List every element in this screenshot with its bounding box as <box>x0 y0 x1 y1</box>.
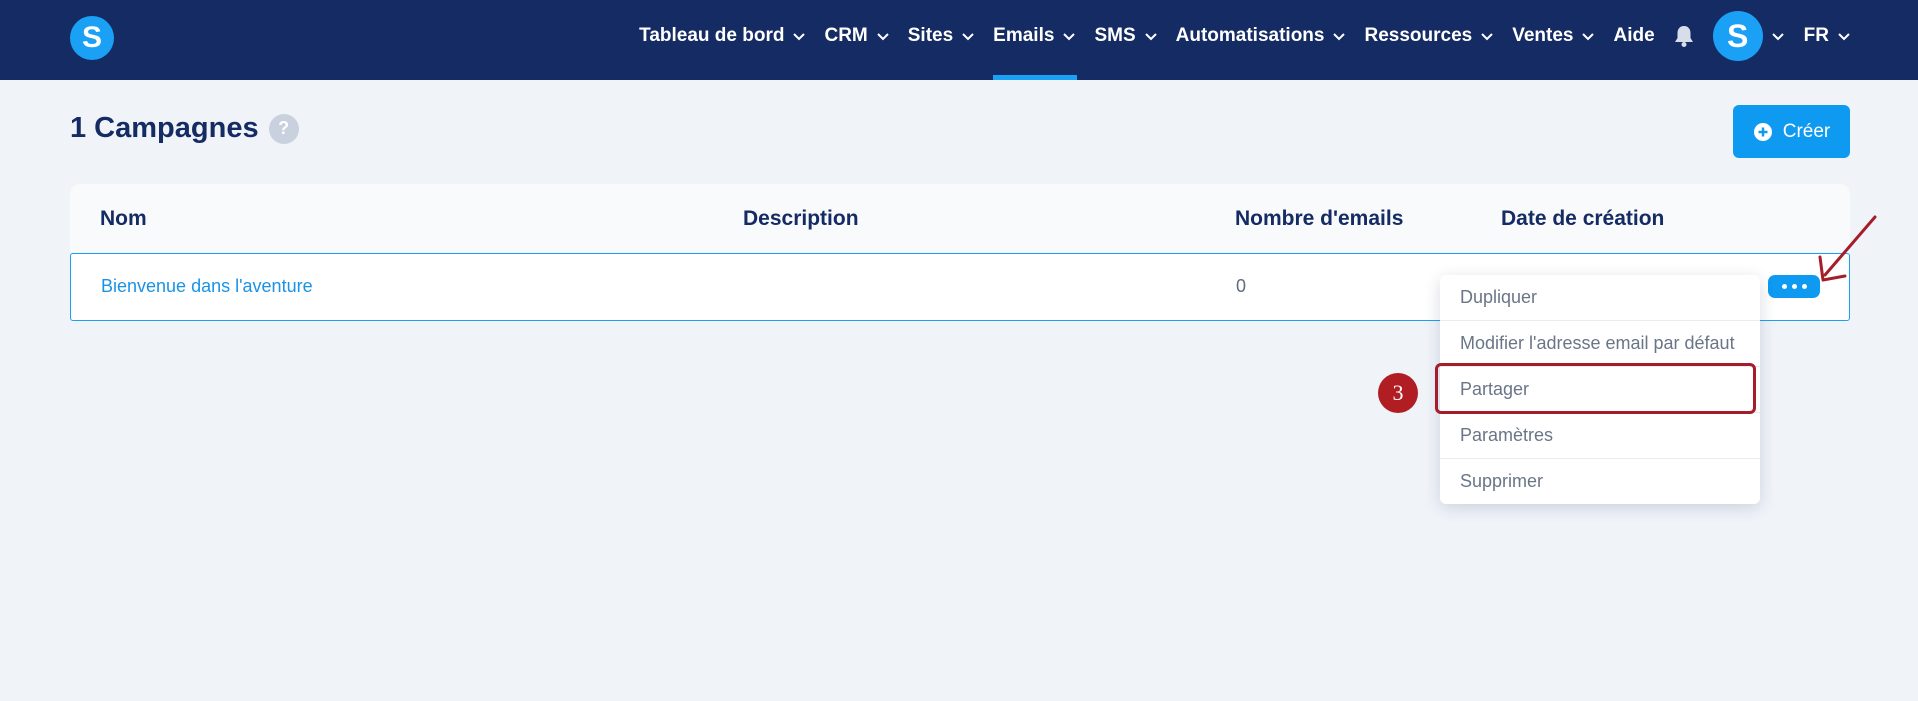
bell-icon[interactable] <box>1673 24 1695 48</box>
nav-item-label: SMS <box>1094 25 1136 46</box>
main-nav: Tableau de bord CRM Sites Emails SMS Aut… <box>622 0 1918 80</box>
help-symbol: ? <box>278 118 290 138</box>
app-logo[interactable]: S <box>70 16 114 60</box>
chevron-down-icon[interactable] <box>1770 28 1786 44</box>
column-header-nom[interactable]: Nom <box>100 207 147 231</box>
campaign-name-link[interactable]: Bienvenue dans l'aventure <box>101 276 313 297</box>
step-number: 3 <box>1392 380 1404 405</box>
nav-item-ventes[interactable]: Ventes <box>1512 0 1596 72</box>
nav-item-label: CRM <box>824 25 868 46</box>
nav-item-sms[interactable]: SMS <box>1094 0 1158 72</box>
chevron-down-icon <box>962 33 974 41</box>
create-button-label: Créer <box>1782 120 1831 142</box>
nav-item-sites[interactable]: Sites <box>908 0 976 72</box>
language-label: FR <box>1803 25 1829 46</box>
chevron-down-icon <box>1333 33 1346 41</box>
chevron-down-icon <box>793 33 806 41</box>
nav-item-label: Ventes <box>1512 25 1574 46</box>
chevron-down-icon <box>1063 33 1076 41</box>
nav-item-ressources[interactable]: Ressources <box>1364 0 1495 72</box>
arrow-icon <box>1818 215 1877 282</box>
nav-item-crm[interactable]: CRM <box>824 0 890 72</box>
nav-item-label: Emails <box>993 25 1055 46</box>
avatar-letter: S <box>1727 17 1749 54</box>
chevron-down-icon <box>1481 33 1493 41</box>
campaign-email-count: 0 <box>1236 276 1247 296</box>
user-avatar[interactable]: S <box>1712 11 1763 61</box>
nav-item-emails[interactable]: Emails <box>993 0 1078 80</box>
menu-item-dupliquer[interactable]: Dupliquer <box>1440 275 1760 320</box>
chevron-down-icon <box>1144 33 1157 41</box>
table-header: Nom Description Nombre d'emails Date de … <box>70 184 1850 252</box>
dot-icon <box>1781 284 1787 289</box>
dot-icon <box>1801 284 1807 289</box>
chevron-down-icon <box>1838 33 1850 41</box>
nav-item-label: Tableau de bord <box>639 25 785 46</box>
nav-item-label: Sites <box>907 25 954 46</box>
nav-item-automatisations[interactable]: Automatisations <box>1176 0 1348 72</box>
nav-item-aide[interactable]: Aide <box>1613 0 1654 72</box>
nav-item-label: Aide <box>1613 25 1655 46</box>
chevron-down-icon <box>877 33 889 41</box>
highlight-box <box>1435 363 1756 414</box>
column-header-email-count[interactable]: Nombre d'emails <box>1235 207 1403 231</box>
chevron-down-icon <box>1582 33 1595 41</box>
menu-item-parametres[interactable]: Paramètres <box>1440 412 1760 457</box>
menu-item-modifier-email[interactable]: Modifier l'adresse email par défaut <box>1440 320 1760 365</box>
nav-item-tableau-de-bord[interactable]: Tableau de bord <box>639 0 807 72</box>
more-actions-button[interactable] <box>1768 275 1820 298</box>
dot-icon <box>1791 284 1797 289</box>
step-badge: 3 <box>1378 373 1418 413</box>
menu-item-supprimer[interactable]: Supprimer <box>1440 458 1760 503</box>
column-header-created[interactable]: Date de création <box>1501 207 1664 231</box>
create-button[interactable]: Créer <box>1733 105 1850 158</box>
logo-letter: S <box>81 21 102 54</box>
language-selector[interactable]: FR <box>1804 0 1852 72</box>
nav-item-label: Ressources <box>1364 25 1473 46</box>
column-header-description[interactable]: Description <box>743 207 859 231</box>
help-icon[interactable]: ? <box>268 113 299 144</box>
page-title-text: 1 Campagnes <box>70 112 259 144</box>
page-title: 1 Campagnes ? <box>70 112 299 145</box>
nav-item-label: Automatisations <box>1175 25 1325 46</box>
plus-circle-icon <box>1753 122 1772 141</box>
top-navbar: S Tableau de bord CRM Sites Emails SMS A… <box>0 0 1918 80</box>
